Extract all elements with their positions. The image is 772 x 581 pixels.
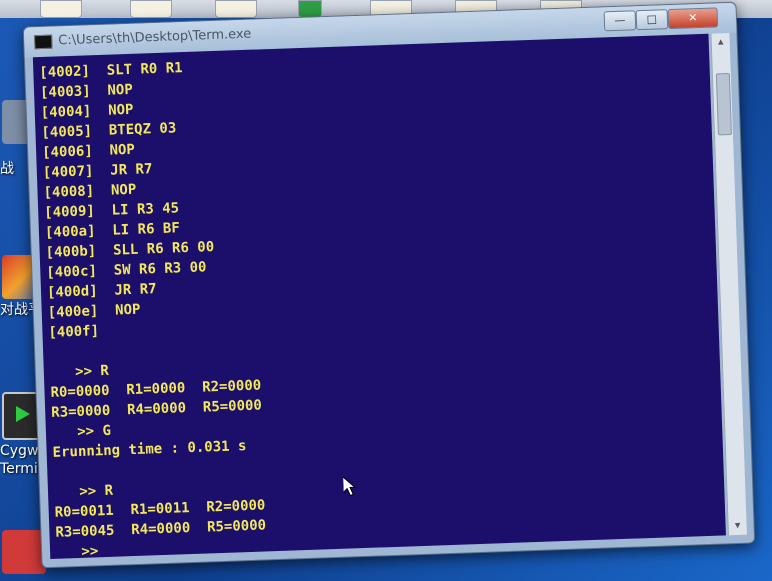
maximize-button[interactable]: □	[635, 9, 669, 31]
console-output[interactable]: [4002] SLT R0 R1 [4003] NOP [4004] NOP […	[32, 33, 726, 559]
mouse-pointer-icon	[342, 476, 357, 497]
taskbar-item[interactable]	[215, 0, 257, 18]
mail-icon	[2, 530, 46, 574]
taskbar-item[interactable]	[40, 0, 82, 18]
taskbar-item[interactable]	[130, 0, 172, 18]
scroll-up-icon[interactable]: ▲	[713, 35, 727, 49]
console-app-icon	[34, 34, 53, 50]
minimize-button[interactable]: —	[603, 10, 637, 32]
scroll-thumb[interactable]	[715, 72, 732, 136]
window-title: C:\Users\th\Desktop\Term.exe	[58, 26, 252, 49]
close-button[interactable]: ✕	[667, 7, 719, 30]
scroll-down-icon[interactable]: ▼	[730, 519, 744, 533]
console-lines: [4002] SLT R0 R1 [4003] NOP [4004] NOP […	[39, 56, 267, 559]
terminal-window[interactable]: C:\Users\th\Desktop\Term.exe — □ ✕ [4002…	[22, 1, 756, 569]
desktop: 战 对战平台 Cygwin64 Terminal C:\Users\th\Des…	[0, 0, 772, 581]
